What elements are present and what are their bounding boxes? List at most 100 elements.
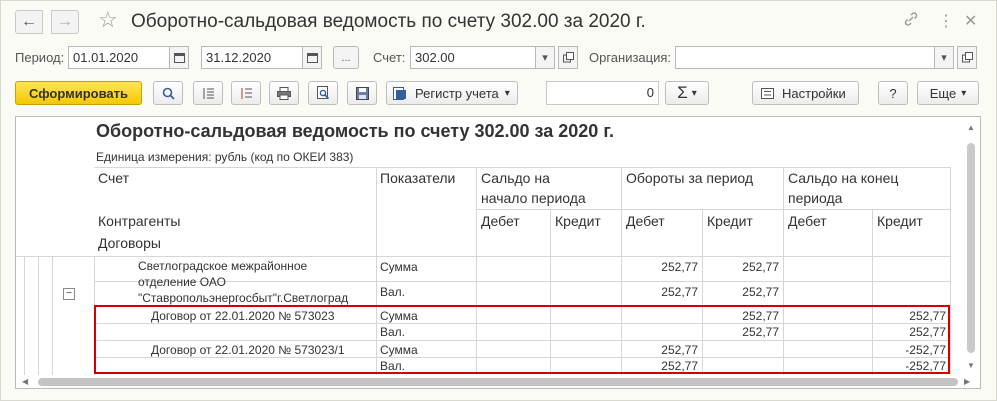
grid-line <box>476 209 950 210</box>
account-dropdown-button[interactable]: ▾ <box>535 46 555 69</box>
organization-label: Организация: <box>589 50 672 65</box>
header-closing-balance-2: периода <box>788 190 843 206</box>
more-label: Еще <box>929 85 957 101</box>
turnover-debit-cell: 252,77 <box>661 260 698 274</box>
caret-down-icon: ▾ <box>961 87 967 99</box>
org-name-line: Светлоградское межрайонное <box>138 259 308 273</box>
vertical-scroll-thumb[interactable] <box>967 143 975 353</box>
period-label: Период: <box>15 50 65 65</box>
generate-button[interactable]: Сформировать <box>15 81 142 105</box>
register-button[interactable]: Регистр учета ▾ <box>386 81 518 105</box>
vertical-scrollbar[interactable]: ▲ ▼ <box>962 117 980 375</box>
back-button[interactable]: ← <box>15 10 43 34</box>
title-bar: ← → ☆ Оборотно-сальдовая ведомость по сч… <box>1 1 996 41</box>
menu-icon[interactable]: ⋮ <box>938 11 954 31</box>
open-window-icon <box>961 52 973 63</box>
calendar-to-button[interactable] <box>302 46 322 69</box>
save-button[interactable] <box>347 81 377 105</box>
header-opening-balance-1: Сальдо на <box>481 170 550 186</box>
header-contractors: Контрагенты <box>98 213 181 229</box>
search-button[interactable] <box>153 81 183 105</box>
account-label: Счет: <box>373 50 406 65</box>
settings-icon <box>761 87 774 99</box>
tree-line <box>52 256 53 375</box>
date-from-field[interactable]: 01.01.2020 <box>68 46 170 69</box>
forward-button[interactable]: → <box>51 10 79 34</box>
report-spreadsheet[interactable]: Оборотно-сальдовая ведомость по счету 30… <box>15 116 981 389</box>
amount-field[interactable]: 0 <box>546 81 659 105</box>
header-closing-debit: Дебет <box>788 213 827 229</box>
header-account: Счет <box>98 170 129 186</box>
collapse-groups-button[interactable] <box>231 81 261 105</box>
header-closing-credit: Кредит <box>877 213 923 229</box>
header-closing-balance-1: Сальдо на конец <box>788 170 899 186</box>
preview-button[interactable] <box>308 81 338 105</box>
printer-icon <box>277 86 291 100</box>
caret-down-icon: ▾ <box>542 52 548 64</box>
account-field[interactable]: 302.00 <box>410 46 536 69</box>
star-icon[interactable]: ☆ <box>98 7 118 33</box>
org-name-line: "Ставропольэнергосбыт"г.Светлоград <box>138 291 349 305</box>
header-contracts: Договоры <box>98 235 161 251</box>
settings-button[interactable]: Настройки <box>752 81 859 105</box>
header-opening-credit: Кредит <box>555 213 601 229</box>
report-unit: Единица измерения: рубль (код по ОКЕИ 38… <box>96 150 354 164</box>
report-window: ← → ☆ Оборотно-сальдовая ведомость по сч… <box>0 0 997 401</box>
caret-down-icon: ▾ <box>941 52 947 64</box>
header-indicators: Показатели <box>380 170 456 186</box>
collapse-group-button[interactable]: − <box>63 288 75 300</box>
scroll-left-icon[interactable]: ◀ <box>22 377 28 386</box>
scroll-down-icon[interactable]: ▼ <box>967 361 975 370</box>
horizontal-scroll-thumb[interactable] <box>38 378 958 386</box>
header-opening-debit: Дебет <box>481 213 520 229</box>
print-preview-icon <box>316 86 329 100</box>
horizontal-scrollbar[interactable]: ◀ ▶ <box>16 375 980 388</box>
open-window-icon <box>562 52 574 63</box>
print-button[interactable] <box>269 81 299 105</box>
close-icon[interactable]: ✕ <box>964 11 977 31</box>
caret-down-icon: ▾ <box>691 87 697 99</box>
header-opening-balance-2: начало периода <box>481 190 586 206</box>
account-open-button[interactable] <box>558 46 578 69</box>
org-name-line: отделение ОАО <box>138 275 226 289</box>
tree-line <box>38 256 39 375</box>
header-turnover-debit: Дебет <box>626 213 665 229</box>
calendar-from-button[interactable] <box>169 46 189 69</box>
period-select-button[interactable]: ... <box>333 46 359 69</box>
link-icon[interactable] <box>903 11 919 32</box>
organization-dropdown-button[interactable]: ▾ <box>934 46 954 69</box>
turnover-credit-cell: 252,77 <box>742 285 779 299</box>
scroll-right-icon[interactable]: ▶ <box>964 377 970 386</box>
calendar-icon <box>306 53 318 63</box>
indicator-cell: Вал. <box>380 285 406 299</box>
header-turnover-credit: Кредит <box>707 213 753 229</box>
register-label: Регистр учета <box>415 85 499 101</box>
scroll-up-icon[interactable]: ▲ <box>967 123 975 132</box>
report-title: Оборотно-сальдовая ведомость по счету 30… <box>96 121 615 141</box>
collapse-list-icon <box>241 87 252 99</box>
organization-open-button[interactable] <box>957 46 977 69</box>
help-button[interactable]: ? <box>878 81 908 105</box>
sigma-icon: Σ <box>677 83 688 102</box>
sum-button[interactable]: Σ ▾ <box>665 81 709 105</box>
expand-list-icon <box>203 87 214 99</box>
window-title: Оборотно-сальдовая ведомость по счету 30… <box>131 11 646 32</box>
floppy-disk-icon <box>355 86 369 100</box>
expand-groups-button[interactable] <box>193 81 223 105</box>
date-to-field[interactable]: 31.12.2020 <box>201 46 303 69</box>
arrow-right-icon: → <box>57 13 73 30</box>
organization-field[interactable] <box>675 46 935 69</box>
arrow-left-icon: ← <box>21 13 37 30</box>
grid-line <box>94 167 950 168</box>
turnover-credit-cell: 252,77 <box>742 260 779 274</box>
grid-line <box>16 256 950 257</box>
turnover-debit-cell: 252,77 <box>661 285 698 299</box>
tree-line <box>24 256 25 375</box>
highlight-box <box>94 305 950 374</box>
settings-label: Настройки <box>782 85 846 101</box>
calendar-icon <box>173 53 185 63</box>
caret-down-icon: ▾ <box>504 87 510 99</box>
search-icon <box>162 87 175 100</box>
header-turnover: Обороты за период <box>626 170 754 186</box>
more-button[interactable]: Еще ▾ <box>917 81 979 105</box>
